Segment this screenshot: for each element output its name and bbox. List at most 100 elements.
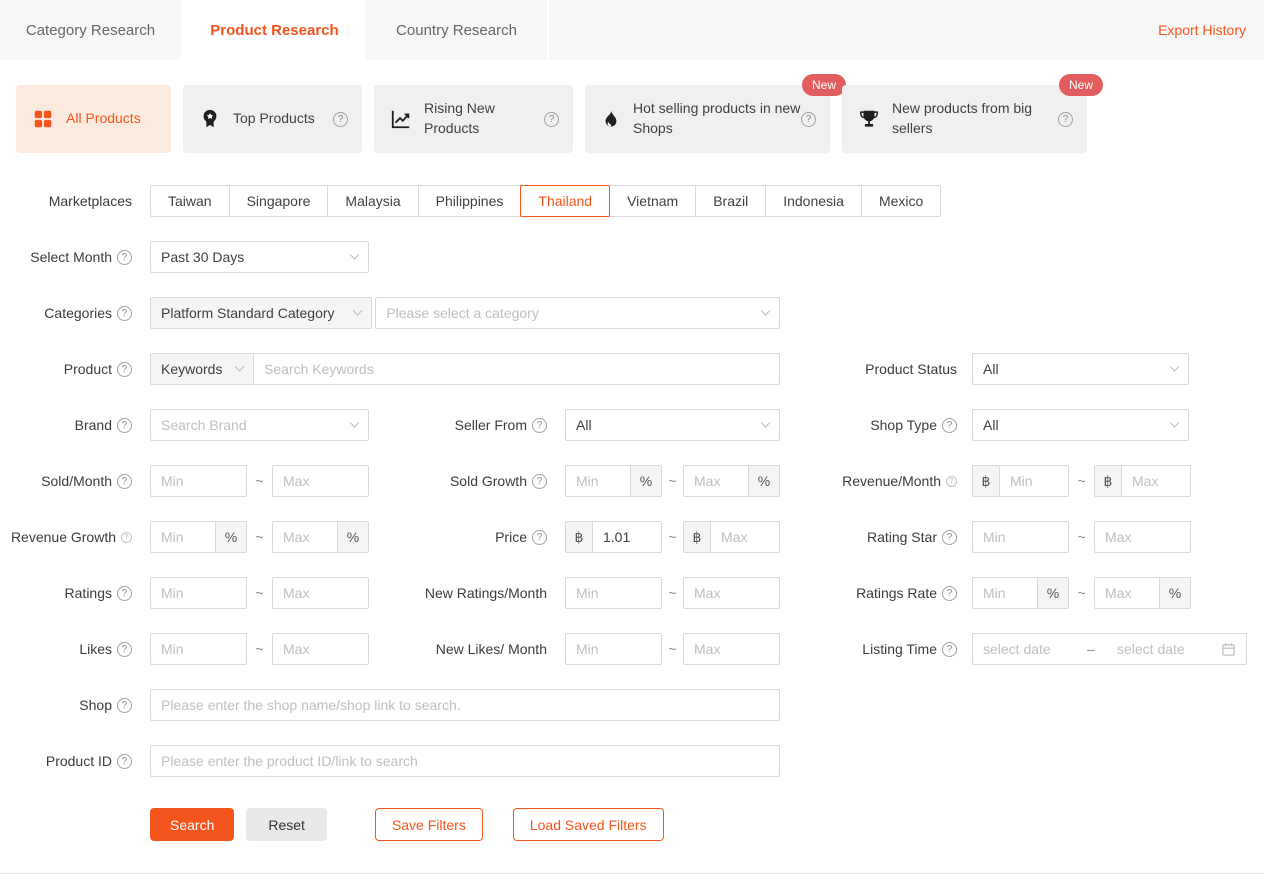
tab-category-research[interactable]: Category Research (0, 0, 183, 60)
help-icon[interactable]: ? (1058, 112, 1073, 127)
new-ratings-month-min-input[interactable] (565, 577, 662, 609)
currency-prefix: ฿ (684, 522, 711, 552)
brand-placeholder: Search Brand (161, 417, 247, 433)
marketplace-indonesia[interactable]: Indonesia (765, 185, 862, 217)
ratings-max-input[interactable] (272, 577, 369, 609)
card-all-products[interactable]: All Products (16, 85, 171, 153)
help-icon[interactable]: ? (942, 530, 957, 545)
save-filters-button[interactable]: Save Filters (375, 808, 483, 841)
sold-growth-max-input[interactable] (684, 466, 748, 496)
help-icon[interactable]: ? (117, 698, 132, 713)
help-icon[interactable]: ? (117, 362, 132, 377)
help-icon[interactable]: ? (117, 642, 132, 657)
new-likes-month-max-input[interactable] (683, 633, 780, 665)
price-min-input[interactable] (593, 522, 661, 552)
revenue-growth-max-input[interactable] (273, 522, 337, 552)
help-icon[interactable]: ? (942, 418, 957, 433)
tab-product-research[interactable]: Product Research (183, 0, 366, 60)
help-icon[interactable]: ? (117, 754, 132, 769)
new-likes-month-min-input[interactable] (565, 633, 662, 665)
new-ratings-month-max-input[interactable] (683, 577, 780, 609)
marketplace-brazil[interactable]: Brazil (695, 185, 766, 217)
card-rising-new-products[interactable]: Rising New Products ? (374, 85, 573, 153)
card-hot-selling-new-shops[interactable]: New Hot selling products in new Shops ? (585, 85, 830, 153)
brand-dropdown[interactable]: Search Brand (150, 409, 369, 441)
marketplace-vietnam[interactable]: Vietnam (609, 185, 696, 217)
action-buttons: Search Reset Save Filters Load Saved Fil… (150, 808, 1264, 841)
marketplace-singapore[interactable]: Singapore (229, 185, 329, 217)
shop-search-input[interactable] (150, 689, 780, 721)
grid-icon (32, 108, 54, 130)
help-icon[interactable]: ? (117, 586, 132, 601)
help-icon[interactable]: ? (942, 642, 957, 657)
search-button[interactable]: Search (150, 808, 234, 841)
range-separator: ~ (662, 641, 683, 657)
marketplace-group: Taiwan Singapore Malaysia Philippines Th… (150, 185, 941, 217)
export-history-link[interactable]: Export History (1158, 22, 1264, 38)
listing-time-date-range[interactable]: select date – select date (972, 633, 1247, 665)
sold-growth-min-input[interactable] (566, 466, 630, 496)
revenue-month-label: Revenue/Month (842, 473, 941, 489)
price-max-input[interactable] (711, 522, 779, 552)
ratings-rate-min-input[interactable] (973, 578, 1037, 608)
chevron-down-icon (761, 417, 771, 427)
marketplace-label: Philippines (436, 193, 504, 209)
help-icon[interactable]: ? (544, 112, 559, 127)
select-month-dropdown[interactable]: Past 30 Days (150, 241, 369, 273)
help-icon[interactable]: ? (532, 474, 547, 489)
rating-star-min-input[interactable] (972, 521, 1069, 553)
product-id-input[interactable] (150, 745, 780, 777)
end-date-placeholder[interactable]: select date (1117, 641, 1221, 657)
product-search-type-dropdown[interactable]: Keywords (150, 353, 254, 385)
reset-button[interactable]: Reset (246, 808, 327, 841)
chevron-down-icon (761, 305, 771, 315)
tab-country-research[interactable]: Country Research (366, 0, 549, 60)
revenue-month-min-input[interactable] (1000, 466, 1068, 496)
category-type-dropdown[interactable]: Platform Standard Category (150, 297, 372, 329)
marketplace-thailand[interactable]: Thailand (520, 185, 610, 217)
ratings-rate-max-input[interactable] (1095, 578, 1159, 608)
categories-label: Categories (44, 305, 112, 321)
shop-type-dropdown[interactable]: All (972, 409, 1189, 441)
start-date-placeholder[interactable]: select date (983, 641, 1087, 657)
currency-prefix: ฿ (566, 522, 593, 552)
range-separator: ~ (247, 473, 272, 489)
marketplace-mexico[interactable]: Mexico (861, 185, 941, 217)
marketplace-taiwan[interactable]: Taiwan (150, 185, 230, 217)
help-icon[interactable]: ? (117, 474, 132, 489)
help-icon[interactable]: ? (117, 250, 132, 265)
revenue-growth-min-input[interactable] (151, 522, 215, 552)
category-select-dropdown[interactable]: Please select a category (375, 297, 780, 329)
marketplace-malaysia[interactable]: Malaysia (327, 185, 418, 217)
likes-max-input[interactable] (272, 633, 369, 665)
sold-month-min-input[interactable] (150, 465, 247, 497)
load-saved-filters-button[interactable]: Load Saved Filters (513, 808, 664, 841)
product-status-dropdown[interactable]: All (972, 353, 1189, 385)
card-new-products-big-sellers[interactable]: New New products from big sellers ? (842, 85, 1087, 153)
help-icon[interactable]: ? (117, 418, 132, 433)
sold-month-max-input[interactable] (272, 465, 369, 497)
rating-star-max-input[interactable] (1094, 521, 1191, 553)
new-ratings-month-label: New Ratings/Month (425, 585, 547, 601)
help-icon[interactable]: ? (117, 306, 132, 321)
help-icon[interactable]: ? (946, 476, 957, 487)
help-icon[interactable]: ? (801, 112, 816, 127)
ratings-min-input[interactable] (150, 577, 247, 609)
help-icon[interactable]: ? (532, 530, 547, 545)
help-icon[interactable]: ? (333, 112, 348, 127)
marketplace-label: Vietnam (627, 193, 678, 209)
seller-from-dropdown[interactable]: All (565, 409, 780, 441)
marketplace-philippines[interactable]: Philippines (418, 185, 522, 217)
marketplace-label: Mexico (879, 193, 923, 209)
card-top-products[interactable]: Top Products ? (183, 85, 362, 153)
calendar-icon (1221, 642, 1236, 657)
revenue-month-max-input[interactable] (1122, 466, 1190, 496)
likes-min-input[interactable] (150, 633, 247, 665)
ratings-rate-label: Ratings Rate (856, 585, 937, 601)
tab-label: Country Research (396, 22, 517, 39)
help-icon[interactable]: ? (942, 586, 957, 601)
help-icon[interactable]: ? (121, 532, 132, 543)
product-keywords-input[interactable] (253, 353, 780, 385)
help-icon[interactable]: ? (532, 418, 547, 433)
marketplace-label: Indonesia (783, 193, 844, 209)
